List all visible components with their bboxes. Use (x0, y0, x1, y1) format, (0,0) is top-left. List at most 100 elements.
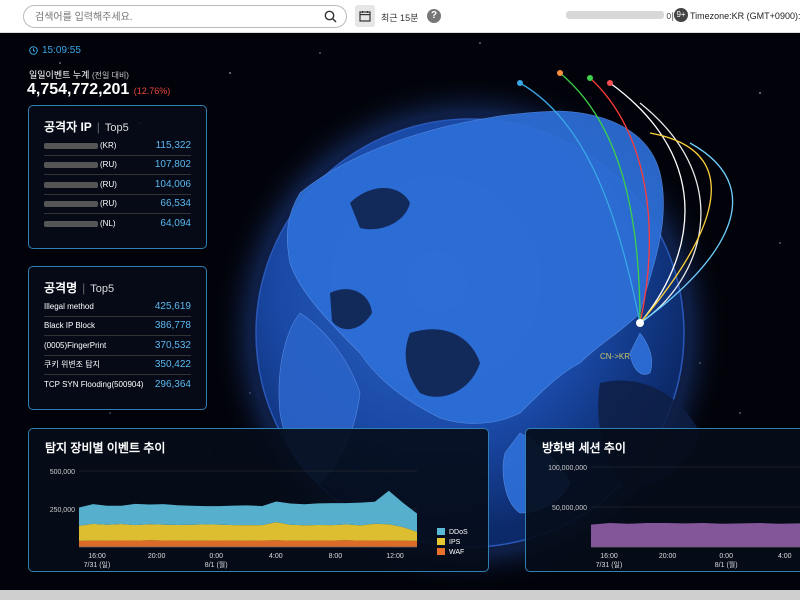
attacker-ip-title-row: 공격자 IP | Top5 (44, 120, 129, 134)
attack-name-label: (0005)FingerPrint (44, 340, 107, 350)
attack-name-tag: Top5 (90, 283, 115, 295)
y-tick-label: 500,000 (50, 469, 75, 476)
legend-label-ddos[interactable]: DDoS (449, 529, 468, 536)
attacker-ip-country: (RU) (100, 179, 117, 189)
attack-name-row[interactable]: 쿠키 위변조 탐지 350,422 (44, 356, 191, 375)
attack-name-list: Illegal method 425,619 Black IP Block 386,7… (44, 297, 191, 395)
calendar-button[interactable] (355, 5, 375, 27)
area-series-waf[interactable] (79, 540, 417, 547)
route-label: CN->KR (600, 352, 631, 361)
ip-redacted (44, 142, 98, 149)
user-suffix: 이 (666, 12, 675, 22)
attack-name-count: 370,532 (154, 339, 191, 351)
attacker-ip-address: (NL) (44, 219, 116, 228)
attacker-ip-panel: 공격자 IP | Top5 (KR) 115,322 (RU) 107,802 (RU) 10… (28, 105, 207, 249)
legend-label-waf[interactable]: WAF (449, 549, 464, 556)
x-tick-label: 12:00 (386, 553, 404, 560)
attacker-ip-list: (KR) 115,322 (RU) 107,802 (RU) 104,006 (RU) 66,… (44, 136, 191, 234)
ip-redacted (44, 201, 98, 208)
attack-name-label: Black IP Block (44, 321, 95, 331)
attacker-ip-title: 공격자 IP (44, 120, 92, 134)
legend-swatch-ips (437, 538, 445, 545)
top-bar: 최근 15분 ? 이 9+ Timezone:KR (GMT+0900): La (0, 0, 800, 33)
cumulative-label: 일일이벤트 누계 (전일 대비) (29, 68, 129, 81)
attack-name-count: 350,422 (154, 359, 191, 371)
legend-label-ips[interactable]: IPS (449, 539, 461, 546)
attack-name-count: 296,364 (154, 379, 191, 391)
attacker-ip-count: 115,322 (155, 139, 191, 151)
x-tick-label: 8/1 (월) (205, 560, 228, 569)
time-range-label[interactable]: 최근 15분 (381, 11, 418, 24)
attacker-ip-count: 104,006 (154, 178, 191, 190)
attack-name-row[interactable]: TCP SYN Flooding(500904) 296,364 (44, 375, 191, 395)
attack-name-row[interactable]: Black IP Block 386,778 (44, 317, 191, 336)
bottom-scrollbar[interactable] (0, 590, 800, 600)
clock: 15:09:55 (29, 45, 81, 56)
attack-name-row[interactable]: (0005)FingerPrint 370,532 (44, 336, 191, 356)
y-tick-label: 100,000,000 (548, 465, 587, 472)
ip-redacted (44, 162, 98, 169)
x-tick-label: 8/1 (월) (715, 560, 738, 569)
attacker-ip-address: (KR) (44, 141, 116, 150)
attacker-ip-address: (RU) (44, 160, 117, 169)
device-event-chart[interactable]: 500,000 250,000 16:007/31 (일) 2022 20:00 0:00… (29, 429, 489, 572)
attacker-ip-country: (RU) (100, 199, 117, 209)
user-name-redacted (566, 11, 664, 19)
search-box[interactable] (23, 5, 347, 28)
attack-name-title-row: 공격명 | Top5 (44, 281, 115, 295)
cumulative-value: 4,754,772,201 (12.76%) (27, 81, 170, 99)
x-tick-label: 2022 (89, 571, 105, 572)
x-tick-label: 7/31 (일) (596, 560, 623, 569)
legend-swatch-waf (437, 548, 445, 555)
attacker-ip-address: (RU) (44, 199, 117, 208)
cumulative-number: 4,754,772,201 (27, 81, 130, 98)
cumulative-title: 일일이벤트 누계 (29, 70, 90, 80)
attack-name-count: 386,778 (154, 320, 191, 332)
area-series-session[interactable] (591, 523, 800, 547)
attack-name-row[interactable]: Illegal method 425,619 (44, 297, 191, 317)
x-tick-label: 20:00 (148, 553, 166, 560)
attack-name-count: 425,619 (154, 300, 191, 312)
clock-time: 15:09:55 (42, 45, 81, 56)
attacker-ip-row[interactable]: (RU) 104,006 (44, 175, 191, 195)
timezone-label[interactable]: Timezone:KR (GMT+0900): La (690, 11, 800, 21)
x-tick-label: 16:00 (600, 553, 618, 560)
attacker-ip-tag: Top5 (104, 122, 129, 134)
x-tick-label: 2022 (601, 571, 617, 572)
y-tick-label: 50,000,000 (552, 505, 587, 512)
device-event-chart-panel: 탐지 장비별 이벤트 추이 500,000 250,000 16:00 7/31 (일… (28, 428, 489, 572)
attack-name-label: TCP SYN Flooding(500904) (44, 380, 144, 390)
notification-badge[interactable]: 9+ (674, 8, 688, 22)
attacker-ip-count: 66,534 (160, 198, 191, 210)
x-tick-label: 4:00 (269, 553, 283, 560)
attack-name-label: 쿠키 위변조 탐지 (44, 360, 100, 370)
x-tick-label: 4:00 (778, 553, 792, 560)
attacker-ip-country: (KR) (100, 140, 117, 150)
attack-name-label: Illegal method (44, 301, 94, 311)
y-tick-label: 250,000 (50, 507, 75, 514)
x-tick-label: 0:00 (719, 553, 733, 560)
search-icon[interactable] (324, 10, 337, 28)
cumulative-delta: (12.76%) (133, 86, 171, 96)
attack-name-title: 공격명 (44, 281, 78, 295)
x-tick-label: 0:00 (209, 553, 223, 560)
attacker-ip-row[interactable]: (RU) 66,534 (44, 195, 191, 214)
help-icon[interactable]: ? (427, 9, 441, 23)
ip-redacted (44, 221, 98, 228)
x-tick-label: 7/31 (일) (84, 560, 111, 569)
attacker-ip-row[interactable]: (KR) 115,322 (44, 136, 191, 156)
clock-icon (29, 46, 38, 55)
attacker-ip-row[interactable]: (NL) 64,094 (44, 214, 191, 234)
firewall-session-chart[interactable]: 100,000,000 50,000,000 16:007/31 (일) 2022 20… (526, 429, 800, 572)
x-tick-label: 8:00 (329, 553, 343, 560)
search-input[interactable] (35, 9, 315, 25)
attacker-ip-count: 107,802 (154, 159, 191, 171)
attack-name-panel: 공격명 | Top5 Illegal method 425,619 Black IP B… (28, 266, 207, 410)
x-tick-label: 16:00 (88, 553, 106, 560)
attacker-ip-country: (NL) (100, 219, 116, 229)
legend-swatch-ddos (437, 528, 445, 535)
dashboard-stage: 15:09:55 일일이벤트 누계 (전일 대비) 4,754,772,201 … (0, 33, 800, 590)
attacker-ip-row[interactable]: (RU) 107,802 (44, 156, 191, 175)
attacker-ip-address: (RU) (44, 180, 117, 189)
firewall-session-chart-panel: 방화벽 세션 추이 100,000,000 50,000,000 16:00 7/31… (525, 428, 800, 572)
